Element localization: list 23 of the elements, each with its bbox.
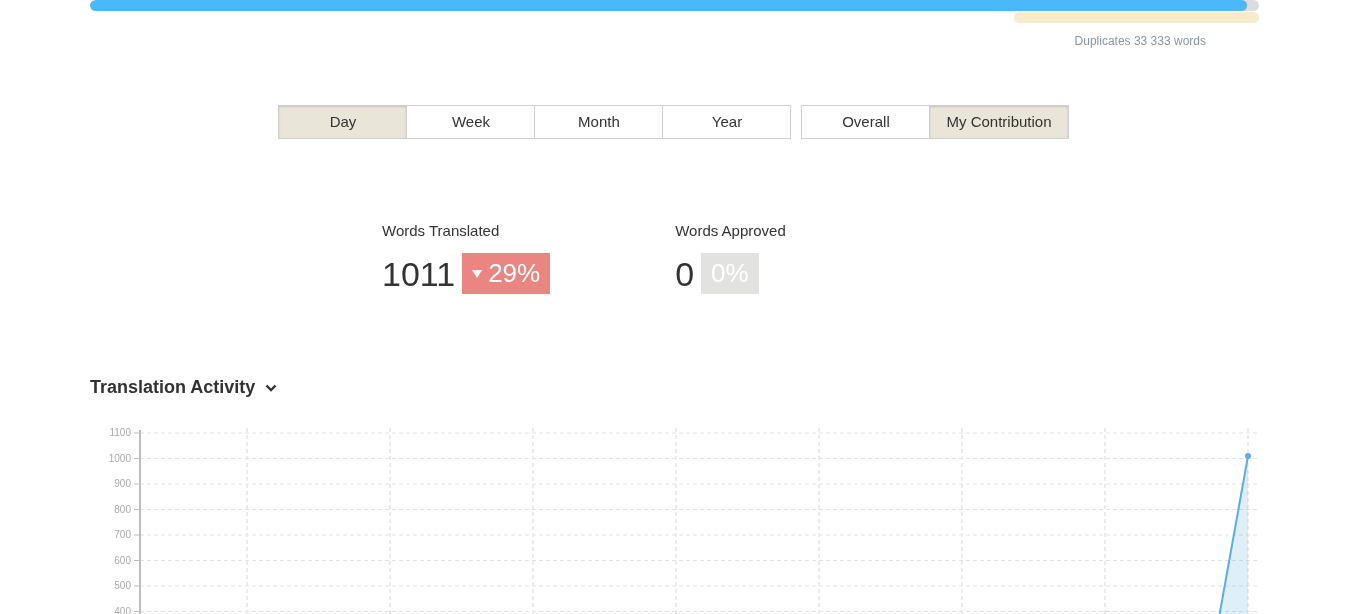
chevron-down-icon[interactable]: [265, 383, 278, 392]
y-tick-label: 400: [114, 605, 131, 614]
tab[interactable]: Day: [278, 105, 408, 139]
y-tick-label: 800: [114, 503, 131, 515]
stat-value: 0: [675, 253, 695, 294]
change-badge: 29%: [462, 253, 551, 294]
duplicates-text: Duplicates 33 333 words: [1074, 33, 1206, 50]
y-tick-label: 600: [114, 554, 131, 566]
tab[interactable]: Overall: [801, 105, 931, 139]
tab[interactable]: Year: [662, 105, 792, 139]
y-tick-label: 900: [114, 478, 131, 489]
y-tick-label: 500: [114, 580, 131, 591]
tab[interactable]: My Contribution: [929, 105, 1069, 139]
stat-value: 1011: [382, 253, 456, 294]
y-tick-label: 1100: [109, 427, 131, 438]
stat-label: Words Approved: [675, 221, 786, 241]
y-tick-label: 1000: [108, 452, 131, 464]
tab[interactable]: Month: [534, 105, 664, 139]
tab[interactable]: Week: [406, 105, 536, 139]
down-triangle-icon: [472, 269, 483, 278]
stat-label: Words Translated: [382, 221, 501, 241]
y-tick-label: 700: [114, 529, 131, 540]
section-title: Translation Activity: [90, 376, 256, 399]
